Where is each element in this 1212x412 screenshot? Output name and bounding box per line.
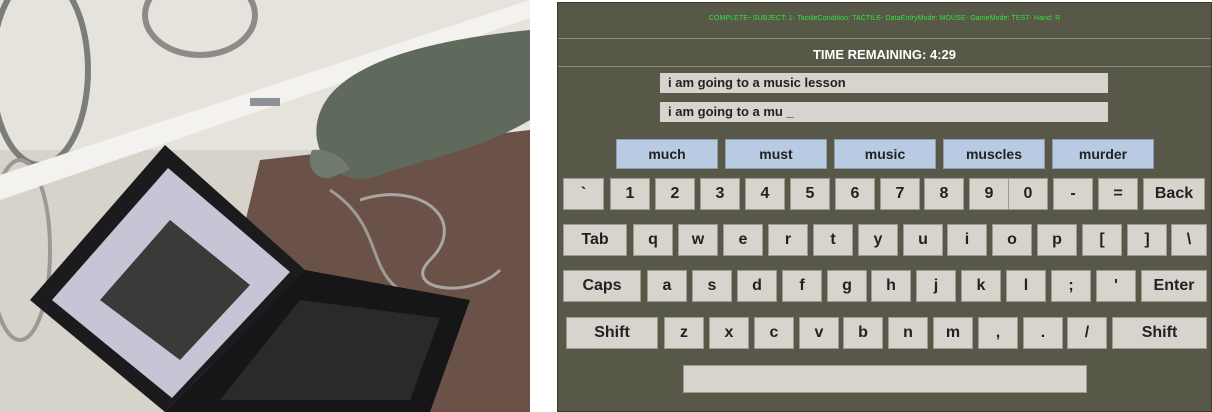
typed-text-field[interactable]: i am going to a mu _ <box>660 102 1108 122</box>
key-e[interactable]: e <box>723 224 763 256</box>
key-y[interactable]: y <box>858 224 898 256</box>
key-q[interactable]: q <box>633 224 673 256</box>
key-f[interactable]: f <box>782 270 822 302</box>
key-r[interactable]: r <box>768 224 808 256</box>
key-t[interactable]: t <box>813 224 853 256</box>
key-n[interactable]: n <box>888 317 928 349</box>
key-shift-left[interactable]: Shift <box>566 317 658 349</box>
key-backspace[interactable]: Back <box>1143 178 1205 210</box>
key-left-bracket[interactable]: [ <box>1082 224 1122 256</box>
key-2[interactable]: 2 <box>655 178 695 210</box>
key-j[interactable]: j <box>916 270 956 302</box>
key-s[interactable]: s <box>692 270 732 302</box>
divider <box>557 38 1212 39</box>
key-6[interactable]: 6 <box>835 178 875 210</box>
key-d[interactable]: d <box>737 270 777 302</box>
key-h[interactable]: h <box>871 270 911 302</box>
key-right-bracket[interactable]: ] <box>1127 224 1167 256</box>
key-equals[interactable]: = <box>1098 178 1138 210</box>
time-remaining: TIME REMAINING: 4:29 <box>812 47 956 62</box>
key-semicolon[interactable]: ; <box>1051 270 1091 302</box>
key-m[interactable]: m <box>933 317 973 349</box>
key-p[interactable]: p <box>1037 224 1077 256</box>
key-slash[interactable]: / <box>1067 317 1107 349</box>
key-c[interactable]: c <box>754 317 794 349</box>
key-7[interactable]: 7 <box>880 178 920 210</box>
key-tab[interactable]: Tab <box>563 224 627 256</box>
key-v[interactable]: v <box>799 317 839 349</box>
key-caps-lock[interactable]: Caps <box>563 270 641 302</box>
glove-on-laptop-photo <box>0 0 530 412</box>
key-x[interactable]: x <box>709 317 749 349</box>
key-quote[interactable]: ' <box>1096 270 1136 302</box>
key-3[interactable]: 3 <box>700 178 740 210</box>
key-space[interactable] <box>683 365 1087 393</box>
typing-test-app: COMPLETE--SUBJECT: 1- TactileCondition: … <box>557 2 1212 412</box>
key-8[interactable]: 8 <box>924 178 964 210</box>
key-u[interactable]: u <box>903 224 943 256</box>
key-period[interactable]: . <box>1023 317 1063 349</box>
key-5[interactable]: 5 <box>790 178 830 210</box>
key-0[interactable]: 0 <box>1008 178 1048 210</box>
suggestion-murder[interactable]: murder <box>1052 139 1154 169</box>
key-1[interactable]: 1 <box>610 178 650 210</box>
key-comma[interactable]: , <box>978 317 1018 349</box>
key-backslash[interactable]: \ <box>1171 224 1207 256</box>
key-k[interactable]: k <box>961 270 1001 302</box>
key-o[interactable]: o <box>992 224 1032 256</box>
key-backtick[interactable]: ` <box>563 178 604 210</box>
key-a[interactable]: a <box>647 270 687 302</box>
target-phrase: i am going to a music lesson <box>660 73 1108 93</box>
key-minus[interactable]: - <box>1053 178 1093 210</box>
key-z[interactable]: z <box>664 317 704 349</box>
key-l[interactable]: l <box>1006 270 1046 302</box>
divider <box>557 66 1212 67</box>
status-text: COMPLETE--SUBJECT: 1- TactileCondition: … <box>708 15 1061 22</box>
key-b[interactable]: b <box>843 317 883 349</box>
key-i[interactable]: i <box>947 224 987 256</box>
key-enter[interactable]: Enter <box>1141 270 1207 302</box>
key-shift-right[interactable]: Shift <box>1112 317 1207 349</box>
photo-panel <box>0 0 530 412</box>
suggestion-muscles[interactable]: muscles <box>943 139 1045 169</box>
key-g[interactable]: g <box>827 270 867 302</box>
key-4[interactable]: 4 <box>745 178 785 210</box>
suggestion-must[interactable]: must <box>725 139 827 169</box>
key-w[interactable]: w <box>678 224 718 256</box>
key-9[interactable]: 9 <box>969 178 1009 210</box>
suggestion-music[interactable]: music <box>834 139 936 169</box>
suggestion-much[interactable]: much <box>616 139 718 169</box>
